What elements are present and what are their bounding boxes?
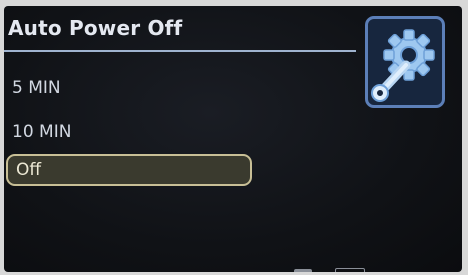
page-title: Auto Power Off (8, 16, 183, 40)
footer-hint (294, 268, 462, 272)
ok-key-icon (334, 268, 365, 272)
title-divider (4, 50, 356, 52)
settings-gear-wrench-icon (371, 29, 435, 102)
lcd-screen: Auto Power Off 5 MIN 10 MIN Off (4, 6, 462, 272)
menu-item-off-selected[interactable]: Off (6, 154, 252, 186)
menu-item-10-min[interactable]: 10 MIN (12, 122, 71, 142)
settings-icon-box (365, 16, 445, 108)
menu-item-5-min[interactable]: 5 MIN (12, 78, 61, 98)
nav-key-icon (294, 269, 312, 272)
